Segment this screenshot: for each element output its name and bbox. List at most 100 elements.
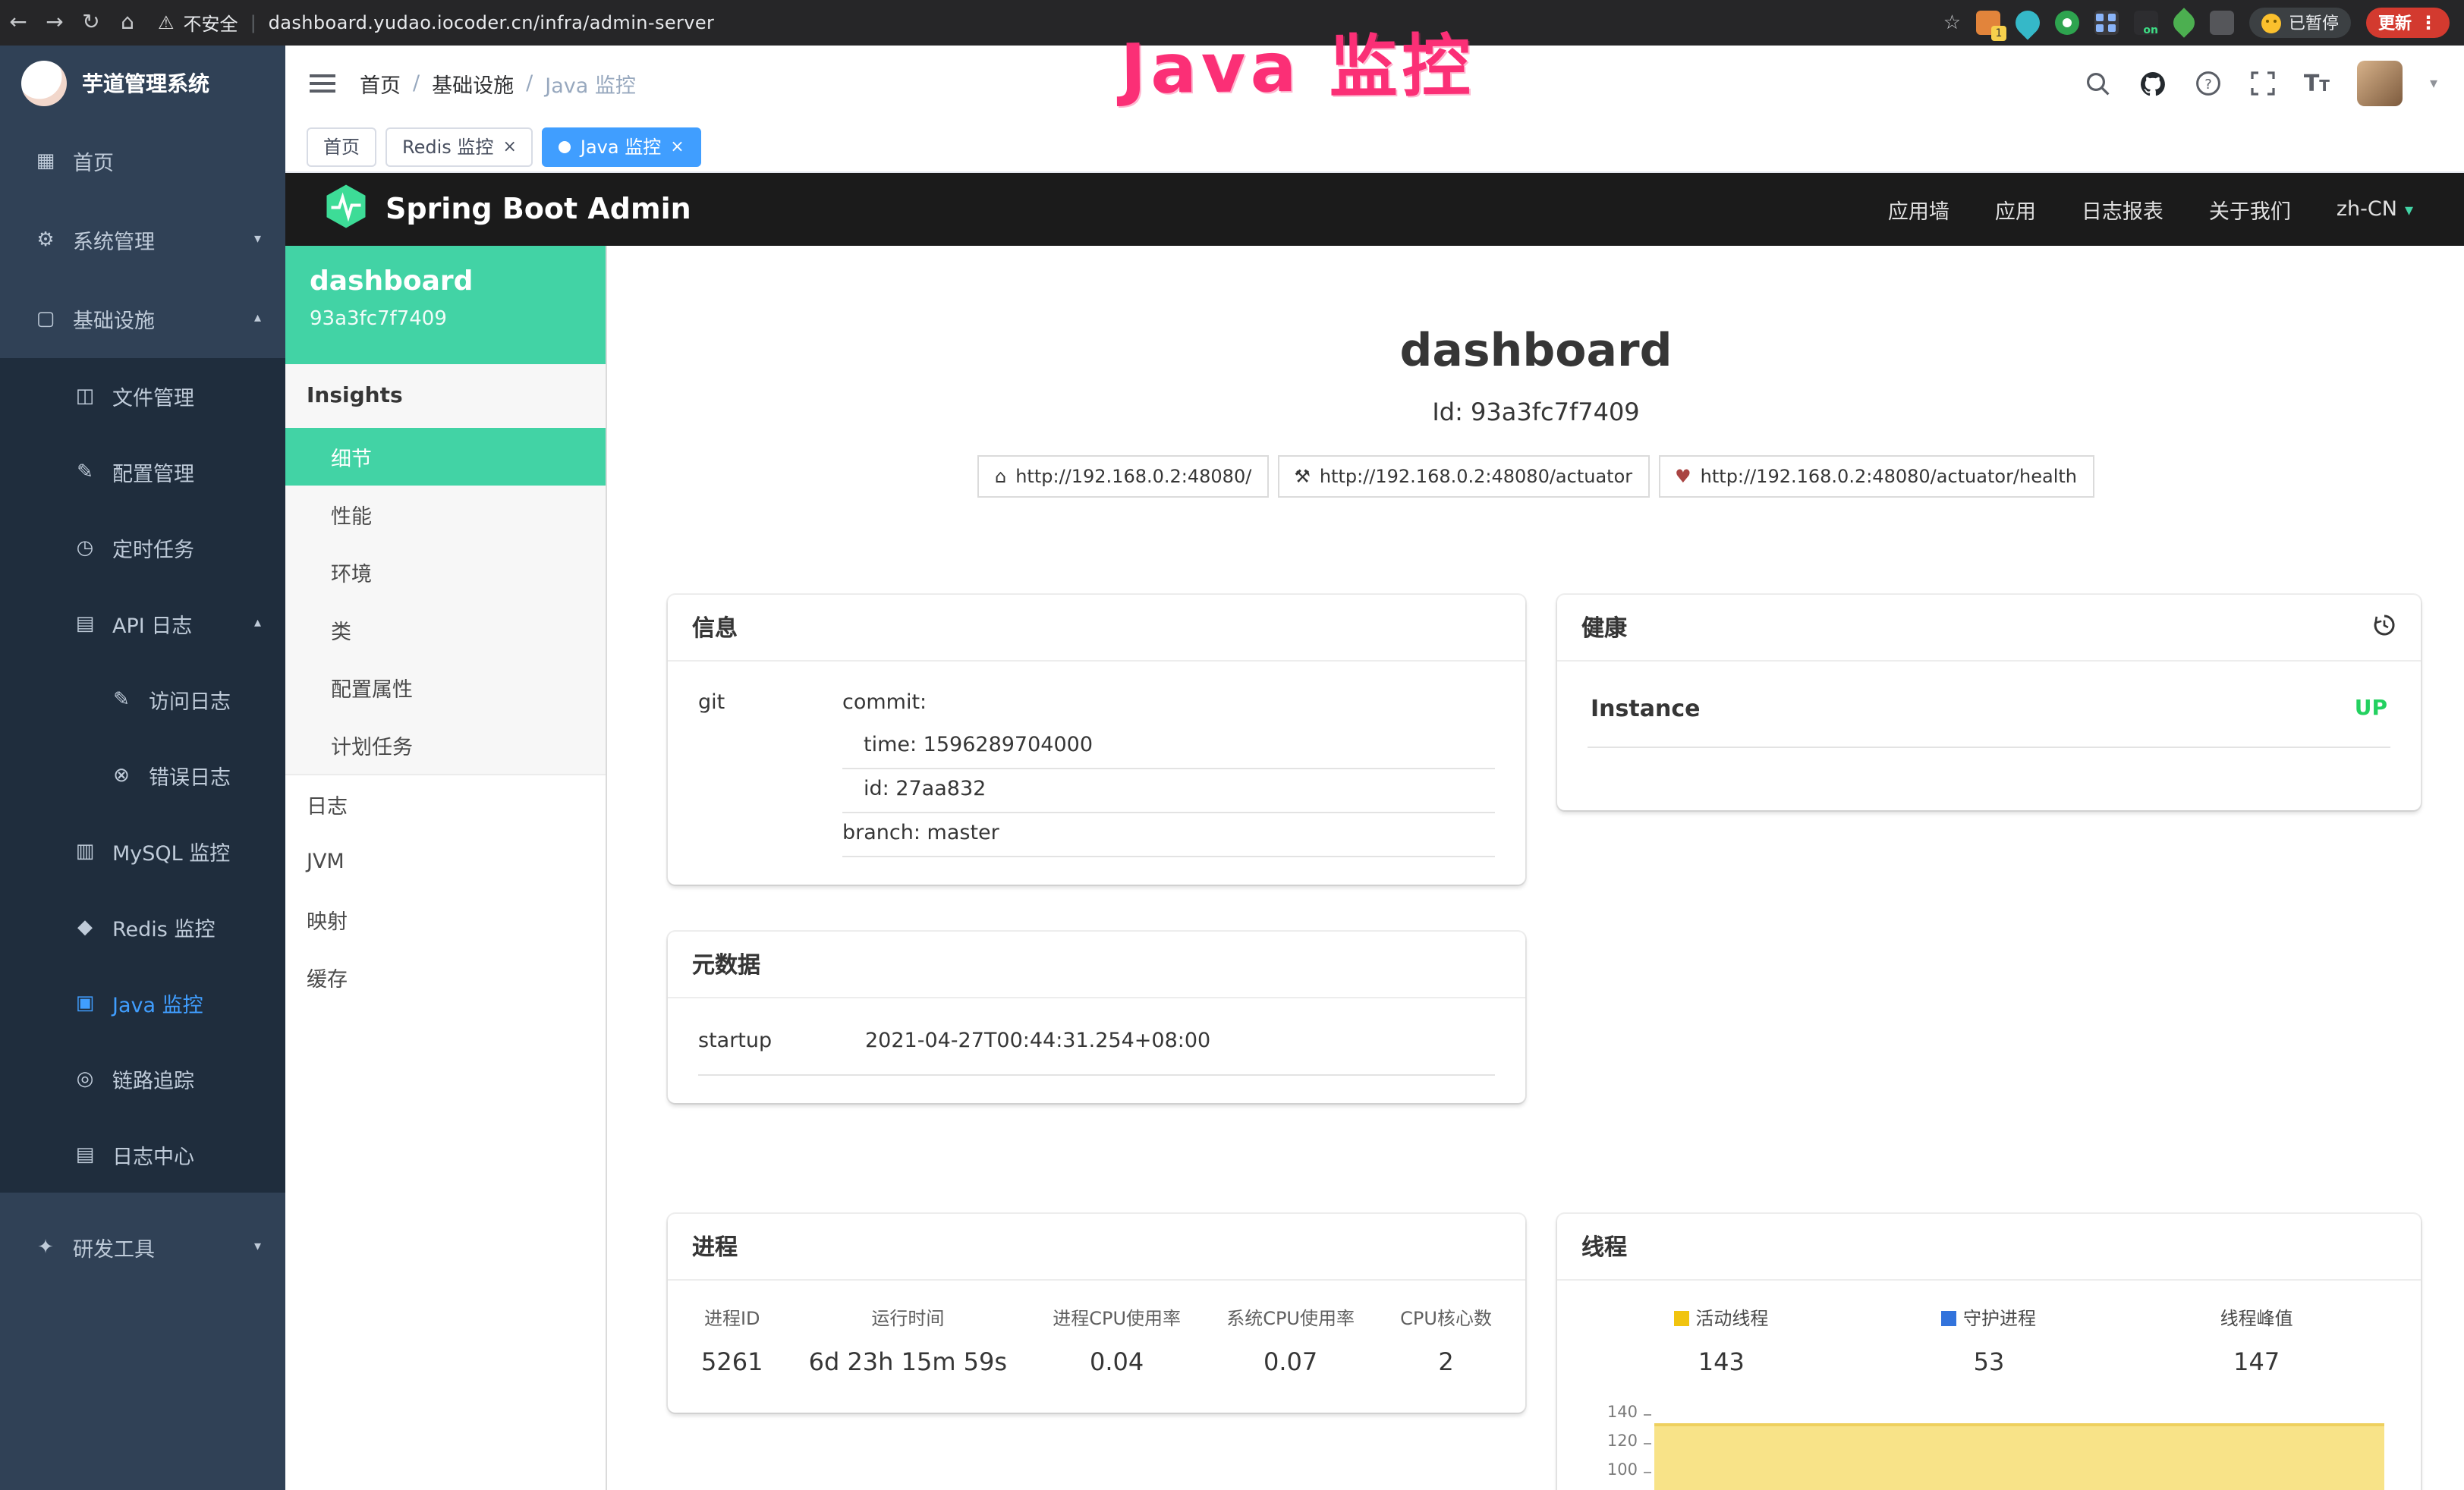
sidebar-item-java-monitor[interactable]: ▣ Java 监控 — [0, 965, 285, 1041]
sba-nav-applications[interactable]: 应用 — [1995, 194, 2036, 225]
sidebar-item-system[interactable]: ⚙ 系统管理 ▾ — [0, 200, 285, 279]
close-icon[interactable]: × — [670, 137, 684, 156]
github-icon[interactable] — [2138, 69, 2167, 98]
browser-menu-icon[interactable]: ⋮ — [2419, 12, 2437, 33]
sidebar-item-jobs[interactable]: ◷ 定时任务 — [0, 510, 285, 586]
legend-live-threads: 活动线程 143 — [1588, 1305, 1855, 1376]
sba-item-scheduled-tasks[interactable]: 计划任务 — [285, 716, 606, 774]
sba-nav-about[interactable]: 关于我们 — [2209, 194, 2291, 225]
home-icon[interactable]: ⌂ — [109, 11, 146, 35]
smiley-icon — [2261, 13, 2281, 33]
chevron-up-icon: ▴ — [254, 616, 261, 631]
update-button[interactable]: 更新 ⋮ — [2366, 8, 2450, 38]
sba-item-mappings[interactable]: 映射 — [285, 891, 606, 948]
sba-nav-journal[interactable]: 日志报表 — [2082, 194, 2163, 225]
history-icon[interactable] — [2372, 612, 2396, 643]
chevron-down-icon[interactable]: ▾ — [2430, 75, 2437, 92]
wrench-icon: ⚒ — [1294, 466, 1311, 487]
chevron-down-icon: ▾ — [2405, 200, 2413, 219]
paused-badge[interactable]: 已暂停 — [2249, 8, 2351, 38]
user-avatar[interactable] — [2357, 61, 2403, 106]
sidebar-item-infra[interactable]: ▢ 基础设施 ▴ — [0, 279, 285, 358]
tab-java-monitor[interactable]: Java 监控 × — [543, 127, 701, 166]
instance-link-actuator[interactable]: ⚒ http://192.168.0.2:48080/actuator — [1277, 455, 1649, 498]
process-card-title: 进程 — [668, 1214, 1525, 1281]
sba-instance-header[interactable]: dashboard 93a3fc7f7409 — [285, 246, 606, 364]
breadcrumb: 首页 / 基础设施 / Java 监控 — [360, 68, 636, 99]
clock-icon: ◷ — [73, 536, 97, 559]
extension-icon-2[interactable] — [2010, 5, 2044, 39]
sba-navbar: Spring Boot Admin 应用墙 应用 日志报表 关于我们 zh-CN… — [285, 173, 2464, 246]
help-icon[interactable]: ? — [2195, 70, 2222, 97]
sidebar-item-config[interactable]: ✎ 配置管理 — [0, 434, 285, 510]
threads-legend: 活动线程 143 守护进程 53 线程峰值 147 — [1588, 1302, 2390, 1376]
breadcrumb-infra[interactable]: 基础设施 — [432, 68, 514, 99]
insights-section: Insights 细节 性能 环境 类 配置属性 计划任务 — [285, 364, 606, 775]
instance-link-health[interactable]: ♥ http://192.168.0.2:48080/actuator/heal… — [1658, 455, 2094, 498]
extension-on-badge: on — [2143, 24, 2158, 36]
extension-icon-6[interactable] — [2169, 8, 2199, 38]
sba-logo-icon[interactable] — [325, 184, 367, 235]
sba-item-details[interactable]: 细节 — [285, 428, 606, 486]
sba-item-configprops[interactable]: 配置属性 — [285, 659, 606, 716]
extension-icon-3[interactable] — [2055, 11, 2079, 35]
address-bar[interactable]: ⚠ 不安全 | dashboard.yudao.iocoder.cn/infra… — [158, 10, 714, 36]
legend-square-yellow — [1674, 1310, 1689, 1325]
sidebar-toggle-icon[interactable] — [310, 70, 335, 97]
sidebar-item-api-log[interactable]: ▤ API 日志 ▴ — [0, 586, 285, 662]
legend-daemon-threads: 守护进程 53 — [1855, 1305, 2123, 1376]
url-text: dashboard.yudao.iocoder.cn/infra/admin-s… — [269, 12, 715, 33]
process-card: 进程 进程ID 5261 运行时间 6d 23h 15m 59s 进程CPU使用… — [668, 1214, 1525, 1413]
health-instance-label: Instance — [1591, 695, 1700, 722]
sba-item-caches[interactable]: 缓存 — [285, 948, 606, 1006]
extension-icon-7[interactable] — [2210, 11, 2234, 35]
extension-icon-5[interactable]: on — [2134, 11, 2158, 35]
font-size-icon[interactable]: TT — [2304, 70, 2330, 97]
reload-icon[interactable]: ↻ — [73, 11, 109, 35]
info-line: branch: master — [842, 813, 1495, 857]
sba-nav-wallboard[interactable]: 应用墙 — [1888, 194, 1949, 225]
close-icon[interactable]: × — [502, 137, 516, 156]
app-title: 芋道管理系统 — [82, 68, 209, 99]
sidebar-item-access-log[interactable]: ✎ 访问日志 — [0, 662, 285, 737]
sidebar-item-mysql[interactable]: ▥ MySQL 监控 — [0, 813, 285, 889]
bookmark-star-icon[interactable]: ☆ — [1943, 11, 1961, 34]
chevron-down-icon: ▾ — [254, 232, 261, 247]
metadata-key: startup — [698, 1029, 865, 1053]
instance-link-service[interactable]: ⌂ http://192.168.0.2:48080/ — [978, 455, 1268, 498]
breadcrumb-home[interactable]: 首页 — [360, 68, 401, 99]
tab-redis-monitor[interactable]: Redis 监控 × — [385, 127, 533, 166]
fullscreen-icon[interactable] — [2249, 70, 2277, 97]
metadata-card: 元数据 startup 2021-04-27T00:44:31.254+08:0… — [668, 932, 1525, 1103]
chevron-down-icon: ▾ — [254, 1240, 261, 1255]
sba-item-environment[interactable]: 环境 — [285, 543, 606, 601]
app-logo-row[interactable]: 芋道管理系统 — [0, 46, 285, 121]
sidebar-item-redis[interactable]: ◆ Redis 监控 — [0, 889, 285, 965]
sidebar-item-log-center[interactable]: ▤ 日志中心 — [0, 1117, 285, 1193]
app-sidebar: 芋道管理系统 ▦ 首页 ⚙ 系统管理 ▾ ▢ 基础设施 ▴ ◫ 文件管理 ✎ 配… — [0, 46, 285, 1490]
stat-pid: 进程ID 5261 — [701, 1305, 763, 1376]
back-icon[interactable]: ← — [0, 11, 36, 35]
sidebar-item-home[interactable]: ▦ 首页 — [0, 121, 285, 200]
redis-icon: ◆ — [73, 916, 97, 938]
sba-item-metrics[interactable]: 性能 — [285, 486, 606, 543]
sba-item-jvm[interactable]: JVM — [285, 833, 606, 891]
sidebar-item-error-log[interactable]: ⊗ 错误日志 — [0, 737, 285, 813]
instance-name: dashboard — [310, 266, 581, 297]
extension-icon-4[interactable] — [2094, 11, 2119, 35]
sba-item-classes[interactable]: 类 — [285, 601, 606, 659]
info-line: time: 1596289704000 — [842, 725, 1495, 769]
extension-icon-1[interactable]: 1 — [1976, 11, 2000, 35]
sidebar-item-devtools[interactable]: ✦ 研发工具 ▾ — [0, 1208, 285, 1287]
search-icon[interactable] — [2084, 70, 2111, 97]
sba-brand-title[interactable]: Spring Boot Admin — [385, 193, 691, 226]
mysql-icon: ▥ — [73, 840, 97, 863]
tab-bar: 首页 Redis 监控 × Java 监控 × — [285, 121, 2464, 173]
tab-home[interactable]: 首页 — [307, 127, 376, 166]
sba-locale-select[interactable]: zh-CN ▾ — [2337, 197, 2413, 222]
sidebar-item-files[interactable]: ◫ 文件管理 — [0, 358, 285, 434]
sidebar-item-tracing[interactable]: ◎ 链路追踪 — [0, 1041, 285, 1117]
forward-icon[interactable]: → — [36, 11, 73, 35]
trace-icon: ◎ — [73, 1067, 97, 1090]
sba-item-logs[interactable]: 日志 — [285, 775, 606, 833]
